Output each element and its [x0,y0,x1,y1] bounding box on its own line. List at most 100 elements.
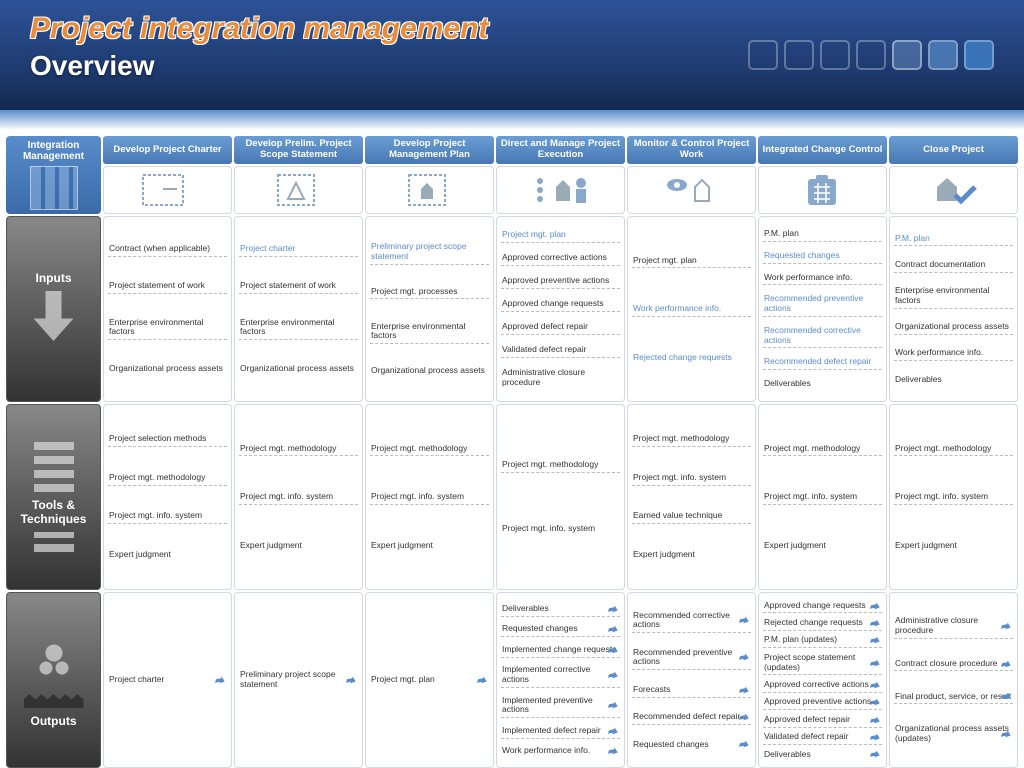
list-item: Expert judgment [894,539,1013,553]
column-header: Develop Prelim. Project Scope Statement [234,136,363,164]
inputs-cell: Project mgt. plan Work performance info. R… [627,216,756,402]
list-item: Implemented corrective actions [501,663,620,688]
list-item: Project mgt. methodology [108,471,227,486]
list-item: Rejected change requests [763,616,882,631]
tools-cell: Project mgt. methodologyProject mgt. inf… [234,404,363,590]
list-item: Project mgt. plan [632,254,751,269]
tools-cell: Project mgt. methodology Project mgt. inf… [627,404,756,590]
integration-icon [30,166,78,210]
list-item: Enterprise environmental factors [370,320,489,345]
list-item: Validated defect repair [763,730,882,745]
drops-icon [34,638,74,688]
column-icon [103,166,232,214]
column-header: Develop Project Management Plan [365,136,494,164]
list-item: Approved change requests [501,297,620,312]
list-item: Approved corrective actions [501,251,620,266]
list-item: Project statement of work [108,279,227,294]
corner-label: Integration Management [8,140,99,162]
list-item: Project mgt. methodology [632,432,751,447]
outputs-cell: Project charter [103,592,232,768]
list-item: Project mgt. info. system [632,471,751,486]
data-columns: Develop Project CharterContract (when ap… [103,136,1018,768]
list-item: Validated defect repair [501,343,620,358]
arrow-down-icon [34,291,74,341]
list-item: Work performance info. [501,744,620,758]
list-item: Expert judgment [239,539,358,553]
row-label-column: Integration Management Inputs Tools & Te… [6,136,101,768]
list-item: Expert judgment [763,539,882,553]
outputs-cell: DeliverablesRequested changesImplemented… [496,592,625,768]
list-item: Project mgt. methodology [370,442,489,457]
list-item: Forecasts [632,683,751,698]
list-item: Contract documentation [894,258,1013,273]
inputs-cell: Contract (when applicable)Project statem… [103,216,232,402]
list-item: Contract closure procedure [894,657,1013,672]
column-icon [234,166,363,214]
column: Monitor & Control Project WorkProject mg… [627,136,756,768]
list-item: Rejected change requests [632,351,751,365]
list-item: Organizational process assets [108,362,227,376]
wave-icon [24,694,84,708]
row-label-tools: Tools & Techniques [6,404,101,590]
list-item: Expert judgment [108,548,227,562]
column: Develop Project CharterContract (when ap… [103,136,232,768]
list-item: Organizational process assets [894,320,1013,335]
inputs-cell: Project mgt. planApproved corrective act… [496,216,625,402]
list-item: Expert judgment [632,548,751,562]
corner-cell: Integration Management [6,136,101,214]
outputs-cell: Preliminary project scope statement [234,592,363,768]
row-label-outputs: Outputs [6,592,101,768]
list-item: Approved preventive actions [763,695,882,710]
list-item: Project mgt. info. system [370,490,489,505]
tools-cell: Project mgt. methodology Project mgt. inf… [496,404,625,590]
list-item: Project mgt. info. system [894,490,1013,505]
list-item: Implemented change requests [501,643,620,658]
list-item: Recommended defect repair [632,710,751,725]
column-icon [758,166,887,214]
list-item: Project charter [108,673,227,687]
list-item: Implemented defect repair [501,724,620,739]
list-item: Project selection methods [108,432,227,447]
list-item: Expert judgment [370,539,489,553]
list-item: Organizational process assets (updates) [894,722,1013,746]
list-item: Work performance info. [894,346,1013,361]
list-item: Project scope statement (updates) [763,651,882,676]
list-item: Recommended corrective actions [632,609,751,634]
list-item: Recommended defect repair [763,355,882,370]
column: Close ProjectP.M. planContract documenta… [889,136,1018,768]
list-item: Requested changes [501,622,620,637]
list-item: Approved change requests [763,599,882,614]
list-item: P.M. plan [894,232,1013,247]
inputs-cell: P.M. plan Contract documentation Enterpris… [889,216,1018,402]
row-label-inputs: Inputs [6,216,101,402]
tools-cell: Project mgt. methodologyProject mgt. inf… [889,404,1018,590]
list-item: Project mgt. info. system [239,490,358,505]
list-item: Enterprise environmental factors [239,316,358,341]
list-item: Recommended corrective actions [763,324,882,349]
list-item: Requested changes [632,738,751,752]
list-item: Work performance info. [763,271,882,286]
column: Develop Prelim. Project Scope Statement P… [234,136,363,768]
list-item: Project mgt. processes [370,285,489,300]
list-item: Organizational process assets [370,364,489,378]
tools-cell: Project mgt. methodologyProject mgt. inf… [758,404,887,590]
column-header: Integrated Change Control [758,136,887,164]
list-item: P.M. plan [763,227,882,242]
list-item: Preliminary project scope statement [370,240,489,265]
list-item: Enterprise environmental factors [108,316,227,341]
list-item: Project mgt. info. system [501,522,620,536]
list-item: Enterprise environmental factors [894,284,1013,309]
list-item: Approved defect repair [763,713,882,728]
column-header: Direct and Manage Project Execution [496,136,625,164]
column-icon [496,166,625,214]
list-item: P.M. plan (updates) [763,633,882,648]
slide-header: Project integration management Overview [0,0,1024,120]
list-item: Project mgt. methodology [501,458,620,473]
list-item: Administrative closure procedure [894,614,1013,639]
list-item: Work performance info. [632,302,751,317]
outputs-cell: Project mgt. plan [365,592,494,768]
inputs-cell: Project charterProject statement of work… [234,216,363,402]
list-item: Implemented preventive actions [501,694,620,719]
list-item: Deliverables [763,748,882,762]
inputs-cell: P.M. planRequested changesWork performan… [758,216,887,402]
